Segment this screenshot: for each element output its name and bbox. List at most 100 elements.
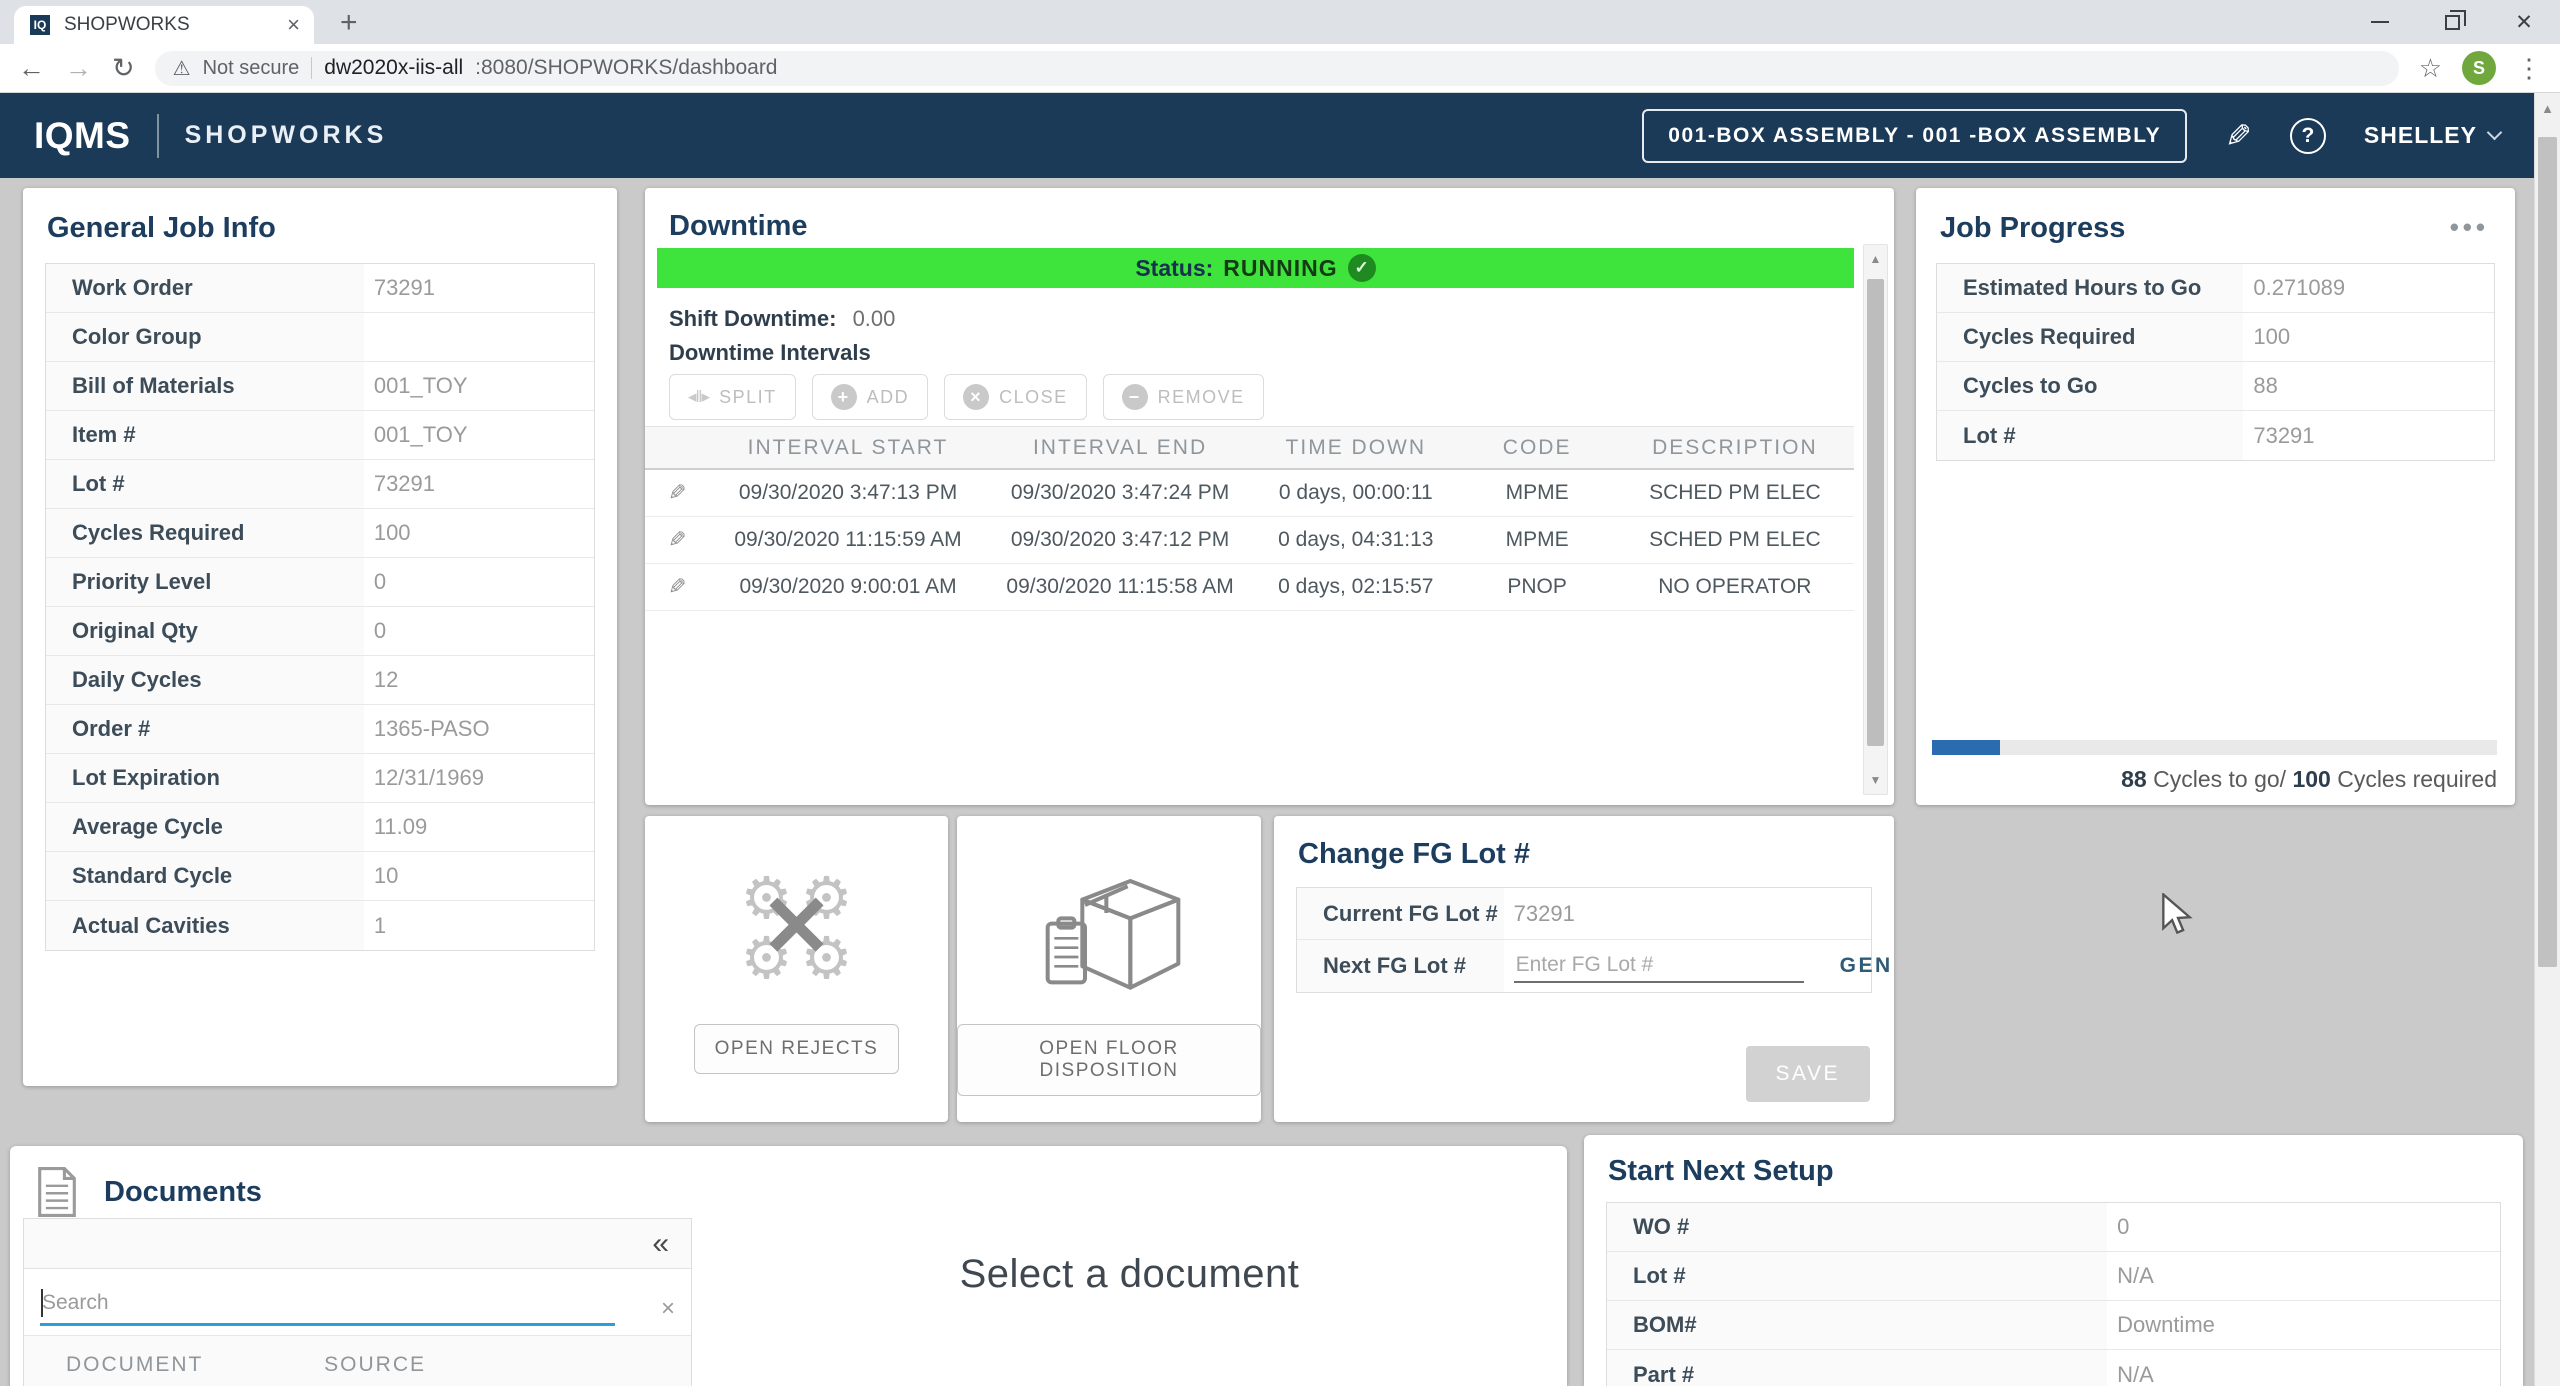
scrollbar-thumb[interactable] — [1867, 279, 1884, 746]
open-floor-disposition-button[interactable]: OPEN FLOOR DISPOSITION — [957, 1024, 1261, 1096]
row-label: Lot # — [1607, 1252, 2107, 1300]
table-row: Original Qty0 — [46, 607, 594, 656]
header-interval-start: INTERVAL START — [709, 436, 987, 460]
clear-search-icon[interactable]: × — [661, 1295, 675, 1323]
add-button[interactable]: + ADD — [812, 374, 929, 420]
user-menu[interactable]: SHELLEY — [2364, 122, 2500, 149]
browser-profile-avatar[interactable]: S — [2462, 51, 2496, 85]
cell-time-down: 0 days, 04:31:13 — [1253, 528, 1459, 552]
table-row[interactable]: ✎ 09/30/2020 11:15:59 AM 09/30/2020 3:47… — [645, 517, 1854, 564]
cell-interval-start: 09/30/2020 9:00:01 AM — [709, 575, 987, 599]
scroll-up-icon[interactable]: ▲ — [2535, 101, 2560, 116]
browser-menu-icon[interactable]: ⋮ — [2516, 53, 2542, 84]
cycles-to-go-text: Cycles to go/ — [2147, 766, 2293, 792]
table-row: WO #0 — [1607, 1203, 2500, 1252]
row-value: 0 — [364, 607, 386, 655]
x-overlay-icon: ✕ — [760, 877, 832, 977]
edit-pencil-icon[interactable]: ✎ — [668, 527, 686, 553]
general-job-info-panel: General Job Info Work Order73291 Color G… — [23, 188, 617, 1086]
downtime-title: Downtime — [645, 188, 1894, 243]
user-name: SHELLEY — [2364, 122, 2477, 149]
scrollbar-thumb[interactable] — [2538, 137, 2557, 967]
document-icon — [36, 1166, 78, 1218]
navbar-right: 001-BOX ASSEMBLY - 001 -BOX ASSEMBLY ✎ ?… — [1642, 109, 2500, 163]
row-label: Item # — [46, 411, 364, 459]
change-fg-lot-title: Change FG Lot # — [1274, 816, 1894, 887]
cell-interval-start: 09/30/2020 3:47:13 PM — [709, 481, 987, 505]
table-row: Lot #73291 — [46, 460, 594, 509]
add-label: ADD — [867, 387, 910, 408]
bookmark-star-icon[interactable]: ☆ — [2419, 53, 2442, 84]
generate-button[interactable]: GENERATE — [1840, 954, 1894, 978]
close-button[interactable]: × CLOSE — [944, 374, 1087, 420]
table-row: Standard Cycle10 — [46, 852, 594, 901]
search-input[interactable] — [40, 1287, 615, 1326]
row-value: 1 — [364, 901, 386, 950]
row-value: 10 — [364, 852, 398, 900]
help-icon[interactable]: ? — [2290, 118, 2326, 154]
edit-pencil-icon[interactable]: ✎ — [2225, 117, 2252, 155]
table-row[interactable]: ✎ 09/30/2020 9:00:01 AM 09/30/2020 11:15… — [645, 564, 1854, 611]
downtime-panel: Downtime Status: RUNNING ✓ Shift Downtim… — [645, 188, 1894, 805]
open-rejects-button[interactable]: OPEN REJECTS — [694, 1024, 900, 1074]
cell-interval-start: 09/30/2020 11:15:59 AM — [709, 528, 987, 552]
remove-label: REMOVE — [1158, 387, 1245, 408]
downtime-intervals-table: INTERVAL START INTERVAL END TIME DOWN CO… — [645, 426, 1854, 611]
header-source: SOURCE — [324, 1353, 426, 1377]
page-scrollbar[interactable]: ▲ — [2534, 93, 2560, 1386]
next-fg-lot-input[interactable] — [1514, 949, 1804, 983]
new-tab-button[interactable]: + — [340, 8, 358, 38]
edit-pencil-icon[interactable]: ✎ — [668, 480, 686, 506]
panel-menu-icon[interactable]: ••• — [2450, 212, 2489, 243]
text-caret — [41, 1289, 43, 1317]
downtime-toolbar: ◂‖▸ SPLIT + ADD × CLOSE − REMOVE — [669, 374, 1264, 420]
cell-time-down: 0 days, 00:00:11 — [1253, 481, 1459, 505]
edit-pencil-icon[interactable]: ✎ — [668, 574, 686, 600]
downtime-intervals-label: Downtime Intervals — [669, 340, 871, 366]
window-close-button[interactable]: ✕ — [2488, 0, 2560, 44]
status-value: RUNNING — [1223, 255, 1337, 282]
forward-icon[interactable]: → — [65, 55, 92, 82]
row-value: N/A — [2107, 1252, 2154, 1300]
table-row[interactable]: ✎ 09/30/2020 3:47:13 PM 09/30/2020 3:47:… — [645, 470, 1854, 517]
job-progress-table: Estimated Hours to Go0.271089 Cycles Req… — [1936, 263, 2495, 461]
back-icon[interactable]: ← — [18, 55, 45, 82]
table-row: Cycles Required100 — [46, 509, 594, 558]
status-check-icon: ✓ — [1348, 254, 1376, 282]
row-label: Cycles to Go — [1937, 362, 2243, 410]
window-restore-button[interactable] — [2416, 0, 2488, 44]
row-label: Bill of Materials — [46, 362, 364, 410]
scroll-up-icon[interactable]: ▲ — [1864, 247, 1887, 271]
cell-description: SCHED PM ELEC — [1616, 528, 1854, 552]
workcenter-selector-button[interactable]: 001-BOX ASSEMBLY - 001 -BOX ASSEMBLY — [1642, 109, 2187, 163]
mouse-cursor — [2160, 893, 2196, 942]
general-job-info-table: Work Order73291 Color Group Bill of Mate… — [45, 263, 595, 951]
save-button[interactable]: SAVE — [1746, 1046, 1870, 1102]
row-label: Estimated Hours to Go — [1937, 264, 2243, 312]
address-bar[interactable]: ⚠ Not secure dw2020x-iis-all :8080/SHOPW… — [155, 51, 2399, 86]
split-button[interactable]: ◂‖▸ SPLIT — [669, 374, 796, 420]
add-icon: + — [831, 384, 857, 410]
browser-tabstrip: IQ SHOPWORKS × + ✕ — [0, 0, 2560, 44]
brand-divider — [157, 114, 159, 158]
row-label: Part # — [1607, 1350, 2107, 1386]
row-value: 11.09 — [364, 803, 427, 851]
browser-urlbar: ← → ↻ ⚠ Not secure dw2020x-iis-all :8080… — [0, 44, 2560, 93]
cell-code: MPME — [1459, 481, 1616, 505]
url-path: :8080/SHOPWORKS/dashboard — [475, 56, 777, 80]
url-divider — [311, 57, 312, 79]
row-value: 0 — [364, 558, 386, 606]
row-label: Daily Cycles — [46, 656, 364, 704]
row-value: Downtime — [2107, 1301, 2215, 1349]
documents-empty-message: Select a document — [692, 1252, 1567, 1297]
collapse-icon[interactable]: « — [652, 1227, 669, 1261]
general-job-info-title: General Job Info — [23, 188, 617, 263]
remove-button[interactable]: − REMOVE — [1103, 374, 1264, 420]
tab-close-icon[interactable]: × — [287, 12, 300, 38]
iqms-logo: IQMS — [34, 115, 131, 157]
downtime-scrollbar[interactable]: ▲ ▼ — [1863, 244, 1888, 795]
browser-tab[interactable]: IQ SHOPWORKS × — [14, 6, 314, 44]
scroll-down-icon[interactable]: ▼ — [1864, 768, 1887, 792]
reload-icon[interactable]: ↻ — [112, 55, 135, 82]
window-minimize-button[interactable] — [2344, 0, 2416, 44]
